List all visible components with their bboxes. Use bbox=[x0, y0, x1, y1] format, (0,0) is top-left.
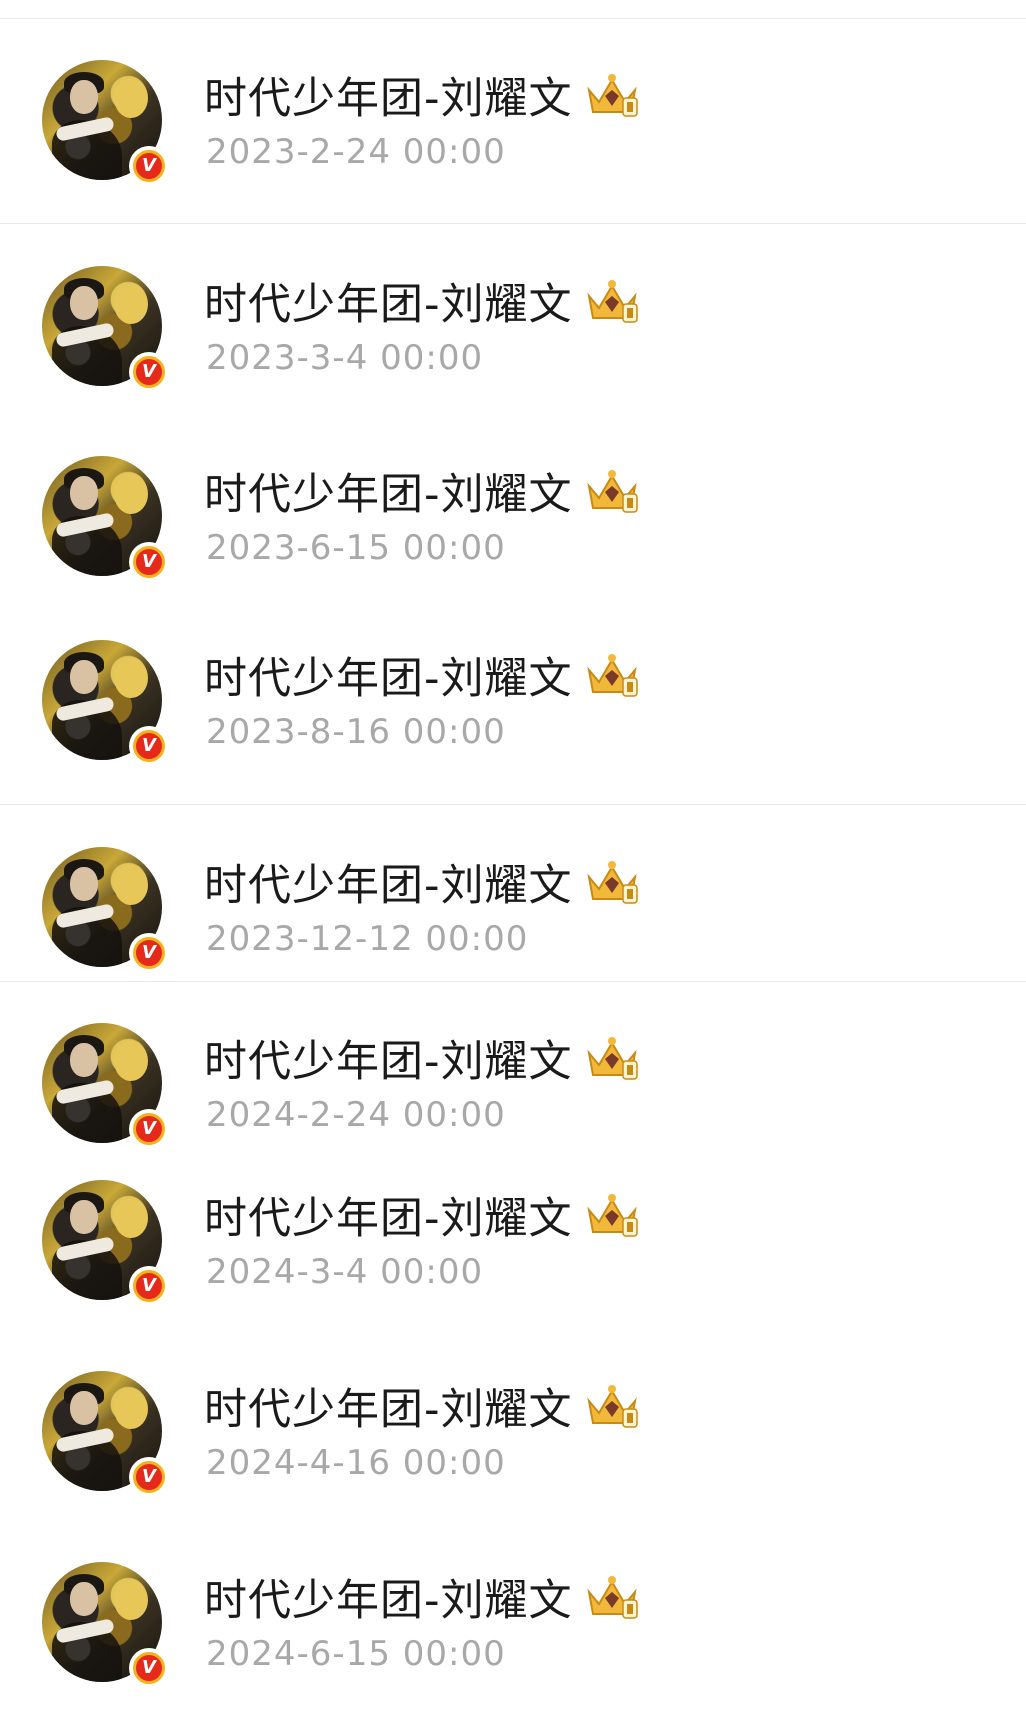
username[interactable]: 时代少年团-刘耀文 bbox=[204, 64, 573, 126]
post-header[interactable]: V 时代少年团-刘耀文 2023-12-12 00:00 bbox=[0, 847, 1026, 997]
verified-v-icon: V bbox=[129, 146, 169, 186]
name-row: 时代少年团-刘耀文 bbox=[204, 1570, 641, 1626]
verified-v-icon: V bbox=[129, 933, 169, 973]
crown-icon bbox=[586, 470, 638, 513]
verified-v-icon: V bbox=[129, 542, 169, 582]
verified-badge-letter: V bbox=[133, 1113, 165, 1145]
divider bbox=[0, 804, 1026, 805]
verified-v-icon: V bbox=[129, 1457, 169, 1497]
name-row: 时代少年团-刘耀文 bbox=[204, 464, 641, 520]
post-timestamp: 2024-4-16 00:00 bbox=[206, 1443, 506, 1483]
crown-icon bbox=[586, 280, 638, 323]
verified-v-icon: V bbox=[129, 352, 169, 392]
verified-badge-letter: V bbox=[133, 546, 165, 578]
name-row: 时代少年团-刘耀文 bbox=[204, 648, 641, 704]
post-header[interactable]: V 时代少年团-刘耀文 2024-4-16 00:00 bbox=[0, 1371, 1026, 1521]
name-row: 时代少年团-刘耀文 bbox=[204, 1379, 641, 1435]
verified-v-icon: V bbox=[129, 1266, 169, 1306]
verified-badge-letter: V bbox=[133, 1270, 165, 1302]
verified-badge-letter: V bbox=[133, 937, 165, 969]
post-timestamp: 2024-6-15 00:00 bbox=[206, 1634, 506, 1674]
post-header[interactable]: V 时代少年团-刘耀文 2023-2-24 00:00 bbox=[0, 60, 1026, 210]
verified-badge-letter: V bbox=[133, 356, 165, 388]
name-row: 时代少年团-刘耀文 bbox=[204, 68, 641, 124]
username[interactable]: 时代少年团-刘耀文 bbox=[204, 1184, 573, 1246]
scrollbar[interactable] bbox=[1009, 12, 1014, 1692]
name-row: 时代少年团-刘耀文 bbox=[204, 274, 641, 330]
verified-v-icon: V bbox=[129, 1109, 169, 1149]
verified-v-icon: V bbox=[129, 1648, 169, 1688]
username[interactable]: 时代少年团-刘耀文 bbox=[204, 270, 573, 332]
username[interactable]: 时代少年团-刘耀文 bbox=[204, 851, 573, 913]
username[interactable]: 时代少年团-刘耀文 bbox=[204, 644, 573, 706]
username[interactable]: 时代少年团-刘耀文 bbox=[204, 460, 573, 522]
post-header[interactable]: V 时代少年团-刘耀文 2024-2-24 00:00 bbox=[0, 1023, 1026, 1173]
name-row: 时代少年团-刘耀文 bbox=[204, 1188, 641, 1244]
crown-icon bbox=[586, 1385, 638, 1428]
post-timestamp: 2023-8-16 00:00 bbox=[206, 712, 506, 752]
username[interactable]: 时代少年团-刘耀文 bbox=[204, 1375, 573, 1437]
post-feed: V 时代少年团-刘耀文 2023-2-24 00:00 V 时代少年团-刘耀文 bbox=[0, 0, 1026, 1703]
crown-icon bbox=[586, 74, 638, 117]
post-timestamp: 2023-3-4 00:00 bbox=[206, 338, 484, 378]
verified-badge-letter: V bbox=[133, 1652, 165, 1684]
post-timestamp: 2023-12-12 00:00 bbox=[206, 919, 529, 959]
crown-icon bbox=[586, 654, 638, 697]
divider bbox=[0, 18, 1026, 19]
verified-v-icon: V bbox=[129, 726, 169, 766]
post-timestamp: 2023-6-15 00:00 bbox=[206, 528, 506, 568]
post-timestamp: 2024-2-24 00:00 bbox=[206, 1095, 506, 1135]
post-timestamp: 2024-3-4 00:00 bbox=[206, 1252, 484, 1292]
verified-badge-letter: V bbox=[133, 150, 165, 182]
post-header[interactable]: V 时代少年团-刘耀文 2024-3-4 00:00 bbox=[0, 1180, 1026, 1330]
divider bbox=[0, 223, 1026, 224]
crown-icon bbox=[586, 1194, 638, 1237]
name-row: 时代少年团-刘耀文 bbox=[204, 1031, 641, 1087]
verified-badge-letter: V bbox=[133, 1461, 165, 1493]
divider bbox=[0, 981, 1026, 982]
crown-icon bbox=[586, 1576, 638, 1619]
post-header[interactable]: V 时代少年团-刘耀文 2023-6-15 00:00 bbox=[0, 456, 1026, 606]
post-header[interactable]: V 时代少年团-刘耀文 2024-6-15 00:00 bbox=[0, 1562, 1026, 1712]
verified-badge-letter: V bbox=[133, 730, 165, 762]
post-header[interactable]: V 时代少年团-刘耀文 2023-3-4 00:00 bbox=[0, 266, 1026, 416]
username[interactable]: 时代少年团-刘耀文 bbox=[204, 1027, 573, 1089]
name-row: 时代少年团-刘耀文 bbox=[204, 855, 641, 911]
post-header[interactable]: V 时代少年团-刘耀文 2023-8-16 00:00 bbox=[0, 640, 1026, 790]
crown-icon bbox=[586, 861, 638, 904]
post-timestamp: 2023-2-24 00:00 bbox=[206, 132, 506, 172]
username[interactable]: 时代少年团-刘耀文 bbox=[204, 1566, 573, 1628]
crown-icon bbox=[586, 1037, 638, 1080]
